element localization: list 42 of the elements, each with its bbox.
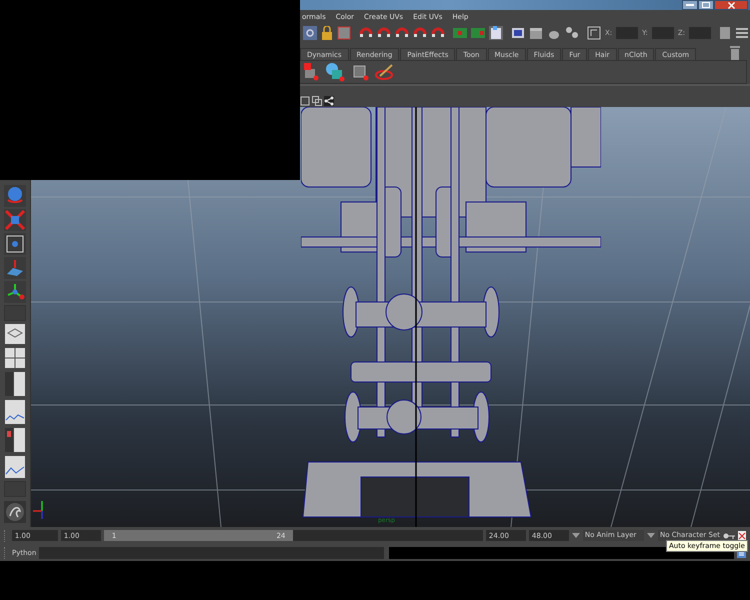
layout-icon[interactable] — [312, 96, 322, 106]
share-icon[interactable] — [324, 96, 334, 106]
minimize-icon — [686, 4, 694, 6]
padlock-icon[interactable] — [321, 26, 333, 40]
rotate-tool-icon[interactable] — [4, 185, 26, 207]
magnet-icon[interactable] — [359, 26, 373, 40]
cube-icon[interactable] — [351, 63, 369, 81]
coordinate-field[interactable] — [689, 27, 712, 39]
maximize-icon — [702, 2, 710, 8]
list-icon[interactable] — [735, 26, 750, 40]
manipulator-icon[interactable] — [4, 233, 26, 255]
close-button[interactable] — [714, 0, 748, 10]
magnet-icon[interactable] — [413, 26, 427, 40]
minimize-button[interactable] — [682, 0, 698, 10]
trash-icon[interactable] — [730, 46, 740, 60]
curve-view-icon[interactable] — [4, 455, 26, 479]
move-tool-icon[interactable] — [4, 281, 26, 303]
axis-gizmo-icon — [33, 501, 43, 519]
maximize-button[interactable] — [698, 0, 714, 10]
four-view-icon[interactable] — [4, 347, 26, 369]
magnet-icon[interactable] — [377, 26, 391, 40]
dropdown-arrow-icon[interactable] — [572, 532, 580, 538]
command-input-field[interactable] — [39, 546, 384, 558]
help-icon[interactable] — [303, 26, 317, 40]
paintbrush-icon[interactable] — [375, 63, 395, 81]
magnet-icon[interactable] — [431, 26, 445, 40]
key-icon[interactable] — [723, 532, 736, 538]
clapperboard-icon[interactable] — [529, 26, 543, 40]
close-icon — [728, 2, 734, 8]
graph-view-icon[interactable] — [4, 399, 26, 425]
preferences-icon[interactable] — [738, 530, 746, 540]
coordinate-field[interactable] — [616, 27, 638, 39]
coordinate-field[interactable] — [652, 27, 674, 39]
panel-icon[interactable] — [719, 26, 732, 40]
dropdown-arrow-icon[interactable] — [646, 532, 655, 538]
camera-icon[interactable] — [300, 96, 310, 106]
outliner-view-icon[interactable] — [4, 371, 26, 397]
single-view-icon[interactable] — [4, 323, 26, 345]
cube-icon[interactable] — [301, 63, 319, 81]
sphere-cube-icon[interactable] — [325, 62, 345, 82]
magnet-icon[interactable] — [395, 26, 409, 40]
channel-view-icon[interactable] — [4, 427, 26, 453]
